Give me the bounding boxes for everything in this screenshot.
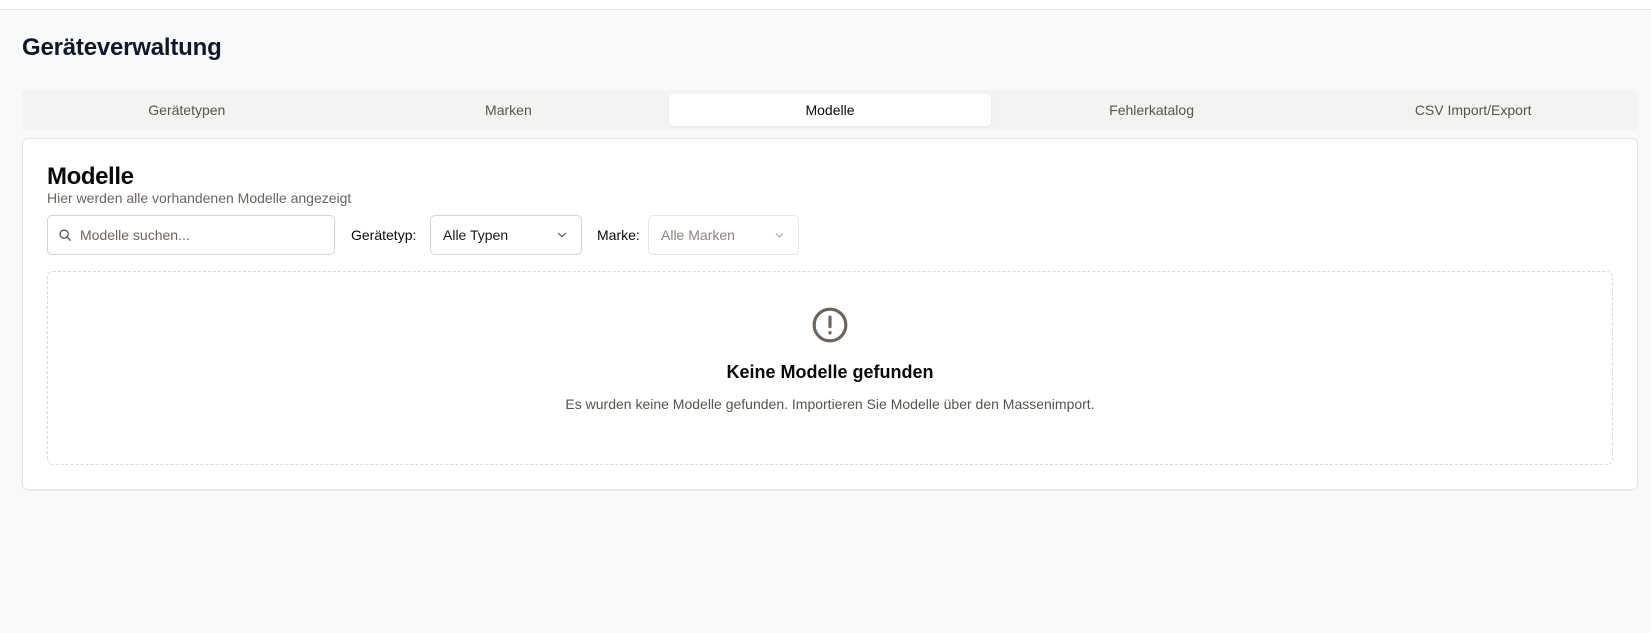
card-title: Modelle xyxy=(47,163,134,190)
tab-csv-import-export[interactable]: CSV Import/Export xyxy=(1312,94,1634,126)
search-box xyxy=(47,215,335,255)
empty-state-text: Es wurden keine Modelle gefunden. Import… xyxy=(565,396,1095,412)
page-title: Geräteverwaltung xyxy=(22,34,222,61)
search-icon xyxy=(59,229,71,241)
chevron-down-icon xyxy=(557,232,567,238)
search-input[interactable] xyxy=(80,217,310,253)
card-subtitle: Hier werden alle vorhandenen Modelle ang… xyxy=(47,190,352,206)
chevron-down-icon xyxy=(775,232,784,238)
device-type-value: Alle Typen xyxy=(443,227,509,243)
alert-circle-icon xyxy=(812,307,848,343)
tab-fehlerkatalog[interactable]: Fehlerkatalog xyxy=(991,94,1313,126)
device-type-label: Gerätetyp: xyxy=(351,227,417,243)
tab-modelle[interactable]: Modelle xyxy=(669,94,991,126)
tab-marken[interactable]: Marken xyxy=(348,94,670,126)
tab-list: Gerätetypen Marken Modelle Fehlerkatalog… xyxy=(22,90,1638,130)
tab-geraetetypen[interactable]: Gerätetypen xyxy=(26,94,348,126)
empty-state-title: Keine Modelle gefunden xyxy=(726,362,934,382)
brand-label: Marke: xyxy=(597,227,640,243)
brand-select[interactable]: Alle Marken xyxy=(648,215,799,255)
models-card: Modelle Hier werden alle vorhandenen Mod… xyxy=(22,138,1638,490)
device-type-select[interactable]: Alle Typen xyxy=(430,215,582,255)
brand-value: Alle Marken xyxy=(661,227,735,243)
empty-state: Keine Modelle gefunden Es wurden keine M… xyxy=(47,271,1613,465)
top-bar xyxy=(0,0,1651,10)
